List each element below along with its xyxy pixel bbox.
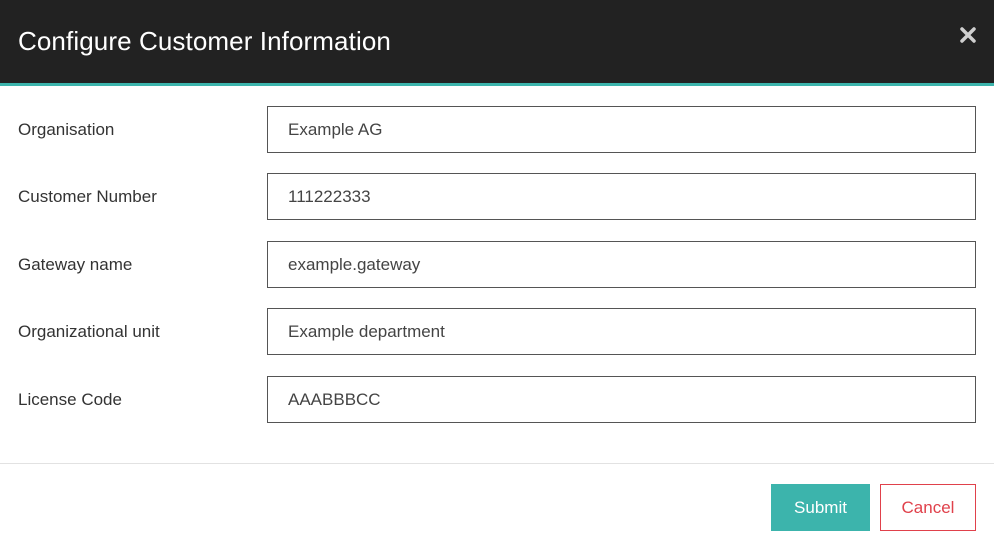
form-row-organisation: Organisation — [0, 106, 994, 154]
gateway-name-label: Gateway name — [18, 255, 133, 274]
close-icon — [960, 27, 976, 43]
customer-number-input[interactable] — [267, 173, 976, 220]
organizational-unit-input[interactable] — [267, 308, 976, 355]
form-row-license-code: License Code — [0, 376, 994, 424]
submit-button[interactable]: Submit — [771, 484, 870, 531]
organizational-unit-label: Organizational unit — [18, 322, 160, 341]
dialog-header: Configure Customer Information — [0, 0, 994, 86]
customer-number-label: Customer Number — [18, 187, 157, 206]
dialog-title: Configure Customer Information — [18, 26, 391, 56]
form-row-customer-number: Customer Number — [0, 173, 994, 221]
cancel-button[interactable]: Cancel — [880, 484, 976, 531]
organisation-input[interactable] — [267, 106, 976, 153]
form-row-organizational-unit: Organizational unit — [0, 308, 994, 356]
license-code-input[interactable] — [267, 376, 976, 423]
gateway-name-input[interactable] — [267, 241, 976, 288]
configure-customer-dialog: Configure Customer Information Organisat… — [0, 0, 994, 548]
license-code-label: License Code — [18, 390, 122, 409]
organisation-label: Organisation — [18, 120, 115, 139]
form-row-gateway-name: Gateway name — [0, 241, 994, 289]
footer-divider — [0, 463, 994, 464]
close-button[interactable] — [958, 25, 978, 45]
